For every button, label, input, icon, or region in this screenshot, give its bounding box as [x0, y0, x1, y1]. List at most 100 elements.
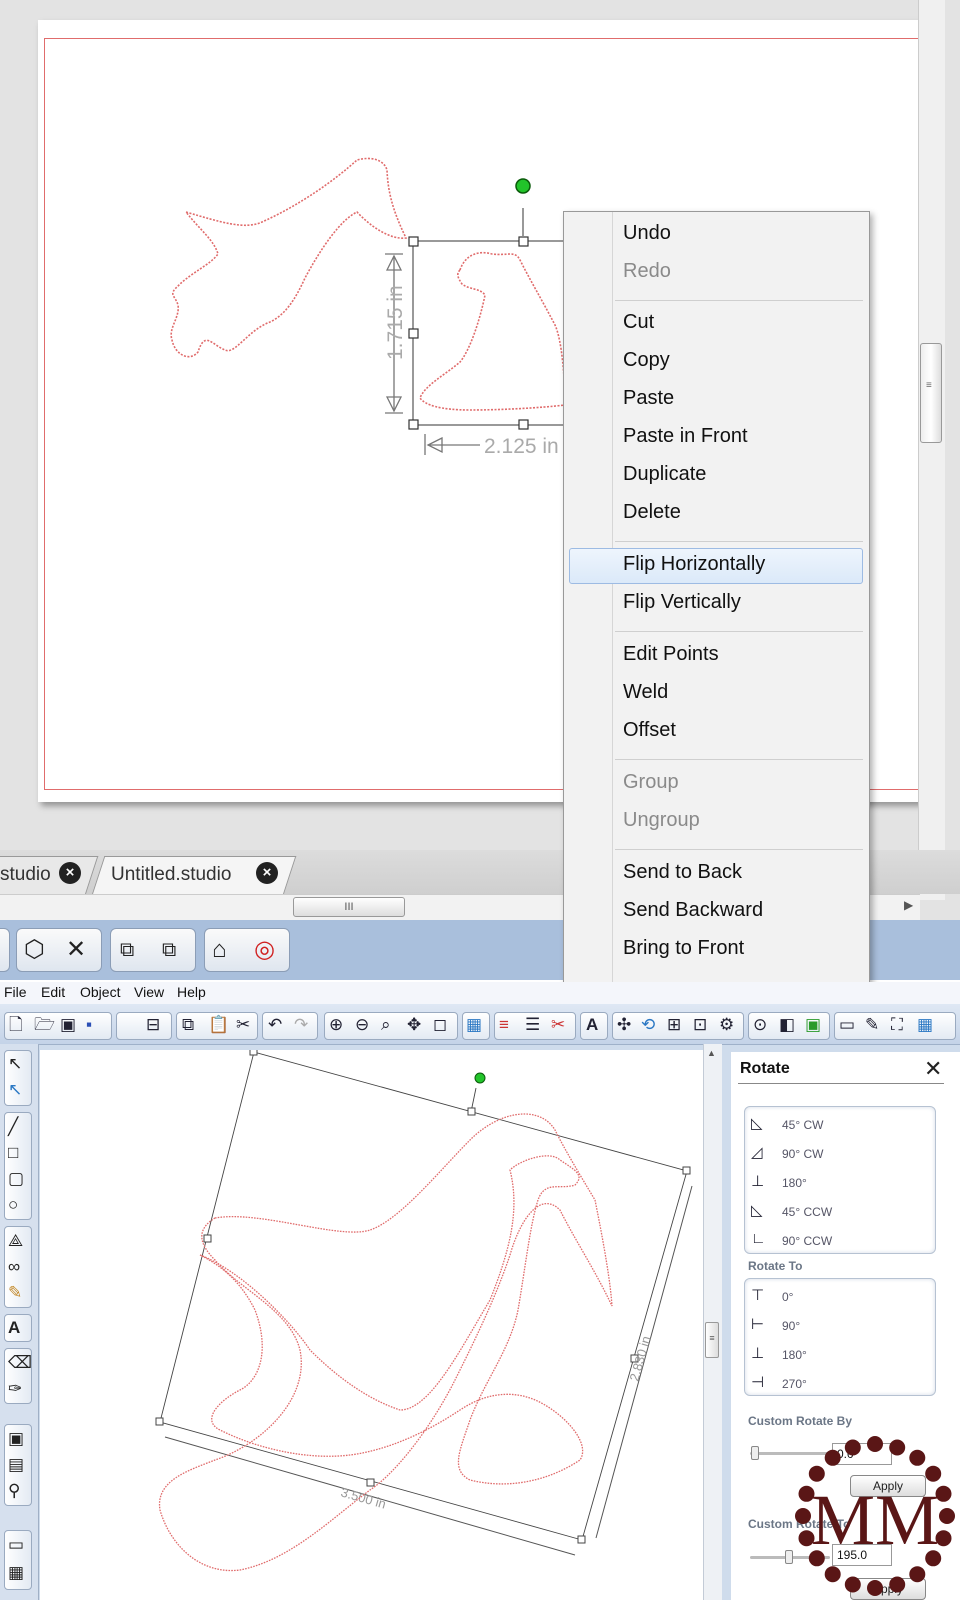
page-setup-icon[interactable]: ◧ [779, 1014, 795, 1036]
undo-icon[interactable]: ↶ [268, 1014, 282, 1036]
custom-rotate-by-label: Custom Rotate By [748, 1414, 853, 1428]
save-icon[interactable]: ▣ [60, 1014, 76, 1036]
close-icon[interactable]: × [59, 862, 81, 884]
cut-settings-icon[interactable]: ▣ [805, 1014, 821, 1036]
text-style-icon[interactable]: A [586, 1014, 598, 1036]
scale-icon[interactable]: ⊞ [667, 1014, 681, 1036]
menu-help[interactable]: Help [177, 984, 206, 1000]
menu-item-delete[interactable]: Delete [623, 501, 681, 524]
menu-item-cut[interactable]: Cut [623, 311, 654, 334]
rotated-shapes-drawing: 3.500 in 2.830 in [155, 1050, 693, 1572]
curve-tool-icon[interactable]: ∞ [8, 1254, 20, 1280]
menu-item-group[interactable]: Group [623, 771, 679, 794]
polygon-tool-icon[interactable]: ⟁ [8, 1228, 23, 1254]
rectangle-tool-icon[interactable]: □ [8, 1140, 18, 1166]
cut-icon[interactable]: ✂ [236, 1014, 250, 1036]
close-icon[interactable]: ✕ [924, 1056, 942, 1082]
menu-item-copy[interactable]: Copy [623, 349, 670, 372]
menu-item-send-backward[interactable]: Send Backward [623, 899, 763, 922]
close-icon[interactable]: × [256, 862, 278, 884]
menu-edit[interactable]: Edit [41, 984, 65, 1000]
new-file-icon[interactable]: 🗋 [9, 1014, 23, 1036]
rotate-icon[interactable]: ⟲ [641, 1014, 655, 1036]
menu-item-ungroup[interactable]: Ungroup [623, 809, 700, 832]
menu-item-bring-to-front[interactable]: Bring to Front [623, 937, 744, 960]
trace-panel-icon[interactable]: ⚲ [8, 1478, 20, 1504]
menu-file[interactable]: File [4, 984, 27, 1000]
rotate-90-ccw-button[interactable]: 90° CCW [782, 1234, 832, 1248]
page-view-icon[interactable]: ▭ [839, 1014, 855, 1036]
offset-icon[interactable]: ◎ [254, 928, 275, 972]
eraser-tool-icon[interactable]: ⌫ [8, 1350, 32, 1376]
freehand-tool-icon[interactable]: ✎ [8, 1280, 22, 1306]
send-to-cutter-icon[interactable]: ⊟ [146, 1014, 160, 1036]
fit-page-icon[interactable]: ◻ [433, 1014, 447, 1036]
vertical-scrollbar[interactable] [918, 0, 945, 900]
save-library-icon[interactable]: ▪ [86, 1014, 92, 1036]
menu-item-duplicate[interactable]: Duplicate [623, 463, 706, 486]
pen-icon[interactable]: ✎ [865, 1014, 879, 1036]
redo-icon[interactable]: ↷ [294, 1014, 308, 1036]
layout-panel-icon[interactable]: ▭ [8, 1532, 24, 1558]
ellipse-tool-icon[interactable]: ○ [8, 1192, 18, 1218]
library-icon[interactable]: ⊙ [753, 1014, 767, 1036]
delete-x-icon[interactable]: ✕ [66, 928, 86, 972]
menu-item-offset[interactable]: Offset [623, 719, 676, 742]
rotate-45-cw-button[interactable]: 45° CW [782, 1118, 823, 1132]
menu-item-send-to-back[interactable]: Send to Back [623, 861, 742, 884]
rotate-180-button[interactable]: 180° [782, 1176, 807, 1190]
rotate-to-0-button[interactable]: 0° [782, 1290, 793, 1304]
replicate-icon[interactable]: ⚙ [719, 1014, 734, 1036]
select-tool-icon[interactable]: ↖ [8, 1051, 22, 1077]
menu-item-edit-points[interactable]: Edit Points [623, 643, 719, 666]
rotate-to-270-button[interactable]: 270° [782, 1377, 807, 1391]
split-panel-icon[interactable]: ▦ [8, 1560, 24, 1586]
grid-icon[interactable]: ▦ [466, 1014, 482, 1036]
menu-view[interactable]: View [134, 984, 164, 1000]
point-edit-tool-icon[interactable]: ↖ [8, 1077, 22, 1103]
menu-item-flip-vertically[interactable]: Flip Vertically [623, 591, 741, 614]
group-icon[interactable]: ⧉ [120, 928, 134, 972]
paste-icon[interactable]: 📋 [208, 1014, 229, 1036]
custom-rotate-by-slider-knob[interactable] [751, 1446, 759, 1460]
rotate-90-cw-button[interactable]: 90° CW [782, 1147, 823, 1161]
copy-icon[interactable]: ⧉ [182, 1014, 194, 1036]
open-folder-icon[interactable]: 🗁 [34, 1014, 55, 1036]
knife-tool-icon[interactable]: ✑ [8, 1376, 22, 1402]
menu-object[interactable]: Object [80, 984, 120, 1000]
move-icon[interactable]: ⊡ [693, 1014, 707, 1036]
menu-item-paste[interactable]: Paste [623, 387, 674, 410]
scroll-right-arrow-icon[interactable]: ▶ [904, 898, 913, 912]
rotate-45-ccw-button[interactable]: 45° CCW [782, 1205, 832, 1219]
weld-icon[interactable]: ⌂ [212, 928, 227, 972]
rotate-to-90-button[interactable]: 90° [782, 1319, 800, 1333]
replicate-icon[interactable]: ⬡ [24, 928, 45, 972]
menu-item-undo[interactable]: Undo [623, 222, 671, 245]
scroll-up-arrow-icon[interactable]: ▲ [707, 1048, 716, 1058]
rounded-rectangle-tool-icon[interactable]: ▢ [8, 1166, 24, 1192]
pan-icon[interactable]: ✥ [407, 1014, 421, 1036]
grid-view-icon[interactable]: ▦ [917, 1014, 933, 1036]
line-color-icon[interactable]: ≡ [499, 1014, 509, 1036]
ungroup-icon[interactable]: ⧉ [162, 928, 176, 972]
line-tool-icon[interactable]: ╱ [8, 1114, 18, 1140]
zoom-out-icon[interactable]: ⊖ [355, 1014, 369, 1036]
library-panel-icon[interactable]: ▤ [8, 1452, 24, 1478]
horizontal-scroll-thumb[interactable]: III [293, 897, 405, 917]
logo-dot [844, 1576, 861, 1593]
page-panel-icon[interactable]: ▣ [8, 1426, 24, 1452]
line-style-icon[interactable]: ☰ [525, 1014, 540, 1036]
menu-item-paste-in-front[interactable]: Paste in Front [623, 425, 748, 448]
fullscreen-icon[interactable]: ⛶ [891, 1014, 903, 1036]
vertical-scroll-thumb[interactable]: ≡ [920, 343, 942, 443]
menu-item-redo[interactable]: Redo [623, 260, 671, 283]
canvas-scroll-thumb[interactable]: ≡ [705, 1322, 719, 1358]
menu-item-weld[interactable]: Weld [623, 681, 668, 704]
rotate-to-180-button[interactable]: 180° [782, 1348, 807, 1362]
zoom-selection-icon[interactable]: ⌕ [381, 1014, 391, 1036]
cut-style-icon[interactable]: ✂ [551, 1014, 565, 1036]
align-icon[interactable]: ✣ [617, 1014, 631, 1036]
menu-item-flip-horizontally[interactable]: Flip Horizontally [623, 553, 765, 576]
zoom-in-icon[interactable]: ⊕ [329, 1014, 343, 1036]
text-tool-icon[interactable]: A [8, 1315, 20, 1341]
